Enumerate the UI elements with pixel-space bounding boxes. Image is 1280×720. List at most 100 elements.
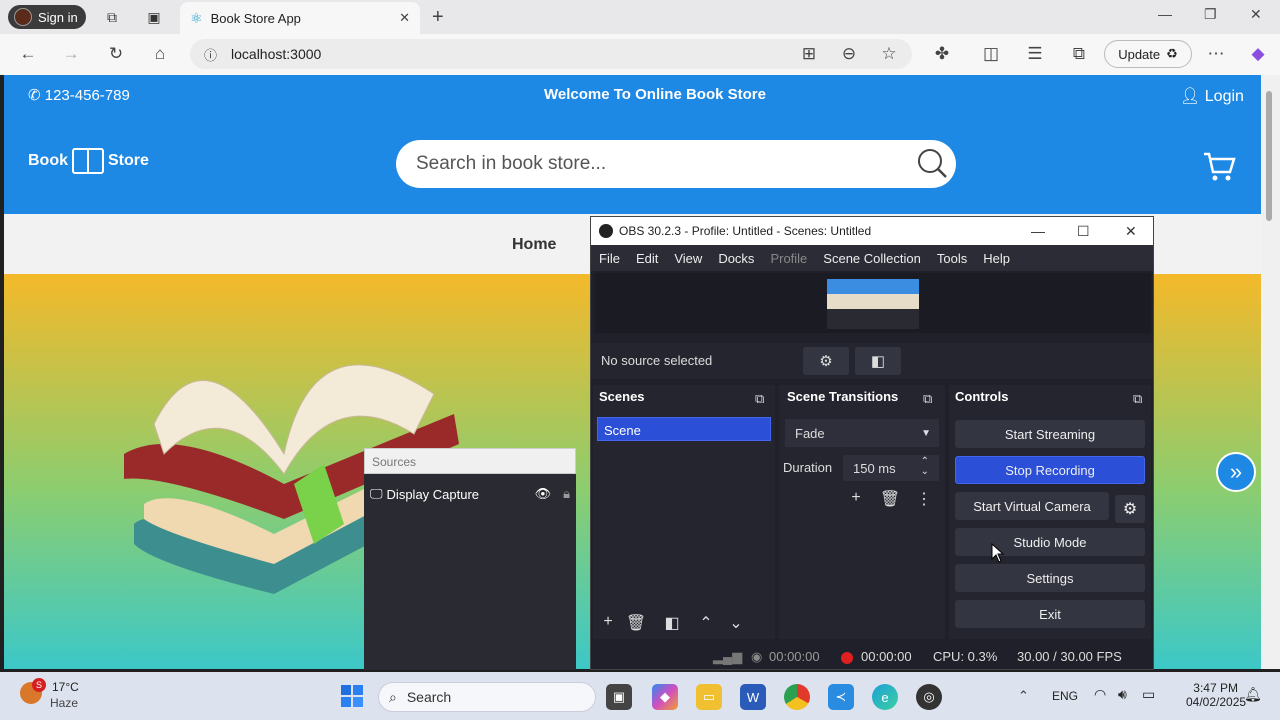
- close-window-icon[interactable]: ✕: [1250, 6, 1262, 23]
- page-scrollbar[interactable]: [1261, 75, 1280, 669]
- move-up-icon[interactable]: ⌃: [695, 613, 717, 633]
- transition-select[interactable]: Fade ▼: [785, 419, 939, 447]
- favorites-icon[interactable]: ☰: [1024, 44, 1046, 64]
- source-item[interactable]: 🖵︎ Display Capture 👁︎ 🔒︎: [370, 484, 570, 504]
- chevron-down-icon: ▼: [921, 428, 931, 439]
- app-available-icon[interactable]: ⊞: [798, 44, 820, 64]
- favorite-star-icon[interactable]: ☆: [878, 44, 900, 64]
- preview-area[interactable]: [595, 273, 1151, 333]
- menu-docks[interactable]: Docks: [710, 251, 762, 266]
- stepper-arrows-icon[interactable]: ⌃ ⌄: [921, 457, 929, 477]
- transition-menu-icon[interactable]: ⋮: [913, 489, 935, 509]
- duration-stepper[interactable]: 150 ms ⌃ ⌄: [843, 455, 939, 481]
- windows-start-icon[interactable]: [340, 684, 364, 708]
- obs-window: OBS 30.2.3 - Profile: Untitled - Scenes:…: [590, 216, 1154, 670]
- task-view-icon[interactable]: ▣: [606, 684, 632, 710]
- menu-scene-collection[interactable]: Scene Collection: [815, 251, 929, 266]
- source-filters-icon[interactable]: ◧: [855, 347, 901, 375]
- search-input[interactable]: Search in book store...: [396, 140, 956, 188]
- taskbar-search[interactable]: ⌕ Search: [378, 682, 596, 712]
- system-clock[interactable]: 3:47 PM 04/02/2025: [1186, 681, 1246, 709]
- info-icon[interactable]: ⓘ: [204, 45, 217, 64]
- phone-number: 123-456-789: [44, 87, 130, 104]
- lock-icon[interactable]: 🔒︎: [563, 486, 570, 502]
- language-indicator[interactable]: ENG: [1052, 689, 1078, 703]
- forward-icon[interactable]: →: [60, 44, 82, 64]
- phone-contact: ✆ 123-456-789: [28, 86, 130, 104]
- zoom-icon[interactable]: ⊖: [838, 44, 860, 64]
- carousel-next-button[interactable]: »: [1216, 452, 1256, 492]
- minimize-icon[interactable]: —: [1158, 6, 1172, 22]
- weather-condition: Haze: [50, 696, 79, 710]
- menu-view[interactable]: View: [666, 251, 710, 266]
- workspaces-icon[interactable]: ⧉: [100, 5, 124, 29]
- split-screen-icon[interactable]: ◫: [980, 44, 1002, 64]
- menu-file[interactable]: File: [591, 251, 628, 266]
- login-link[interactable]: 👤︎ Login: [1180, 86, 1244, 106]
- remove-transition-icon[interactable]: 🗑︎: [879, 489, 901, 509]
- home-icon[interactable]: ⌂: [149, 44, 171, 64]
- stop-recording-button[interactable]: Stop Recording: [955, 456, 1145, 484]
- extensions-icon[interactable]: ✤: [931, 44, 953, 64]
- vscode-icon[interactable]: ≺: [828, 684, 854, 710]
- new-tab-icon[interactable]: +: [432, 6, 444, 29]
- menu-profile[interactable]: Profile: [762, 251, 815, 266]
- tab-book-store[interactable]: ⚛ Book Store App ✕: [180, 2, 420, 34]
- menu-help[interactable]: Help: [975, 251, 1018, 266]
- obs-close-icon[interactable]: ✕: [1125, 223, 1137, 240]
- url-text: localhost:3000: [231, 46, 322, 62]
- file-explorer-icon[interactable]: ▭: [696, 684, 722, 710]
- battery-icon[interactable]: ▭: [1142, 686, 1155, 703]
- scene-filters-icon[interactable]: ◧: [661, 613, 683, 633]
- controls-undock-icon[interactable]: ⧉: [1133, 391, 1142, 407]
- copilot-icon[interactable]: ◆: [1247, 44, 1269, 64]
- collections-icon[interactable]: ⧉: [1068, 44, 1090, 64]
- studio-mode-button[interactable]: Studio Mode: [955, 528, 1145, 556]
- remove-scene-icon[interactable]: 🗑︎: [625, 613, 647, 633]
- word-icon[interactable]: W: [740, 684, 766, 710]
- edge-icon[interactable]: e: [872, 684, 898, 710]
- search-icon[interactable]: [916, 147, 948, 179]
- obs-minimize-icon[interactable]: —: [1031, 223, 1045, 239]
- update-button[interactable]: Update ♻: [1104, 40, 1192, 68]
- obs-taskbar-icon[interactable]: ◎: [916, 684, 942, 710]
- site-logo[interactable]: Book Store: [28, 148, 149, 174]
- scene-item[interactable]: Scene: [597, 417, 771, 441]
- more-icon[interactable]: ⋯: [1205, 44, 1227, 64]
- signin-label: Sign in: [38, 9, 78, 25]
- obs-maximize-icon[interactable]: ☐: [1077, 223, 1090, 240]
- source-properties-gear-icon[interactable]: ⚙: [803, 347, 849, 375]
- cart-icon[interactable]: [1202, 151, 1236, 183]
- volume-icon[interactable]: 🔊︎: [1118, 686, 1127, 703]
- copilot-taskbar-icon[interactable]: ◆: [652, 684, 678, 710]
- wifi-icon[interactable]: ◠: [1094, 686, 1106, 703]
- close-icon[interactable]: ✕: [399, 10, 410, 26]
- virtual-camera-gear-icon[interactable]: ⚙: [1115, 495, 1145, 523]
- settings-button[interactable]: Settings: [955, 564, 1145, 592]
- back-icon[interactable]: ←: [17, 44, 39, 64]
- user-icon: 👤︎: [1180, 88, 1201, 105]
- signin-button[interactable]: Sign in: [8, 5, 86, 29]
- menu-tools[interactable]: Tools: [929, 251, 975, 266]
- tab-actions-icon[interactable]: ▣: [142, 5, 166, 29]
- scroll-thumb[interactable]: [1266, 91, 1272, 221]
- login-label: Login: [1204, 88, 1244, 105]
- notification-bell-icon[interactable]: 🔔︎: [1244, 686, 1262, 703]
- avatar: [14, 8, 32, 26]
- nav-home[interactable]: Home: [512, 236, 556, 254]
- obs-title-bar[interactable]: OBS 30.2.3 - Profile: Untitled - Scenes:…: [591, 217, 1153, 245]
- refresh-icon[interactable]: ↻: [105, 44, 127, 64]
- chevron-up-icon[interactable]: ⌃: [1018, 688, 1029, 704]
- add-scene-icon[interactable]: +: [597, 613, 619, 631]
- exit-button[interactable]: Exit: [955, 600, 1145, 628]
- menu-edit[interactable]: Edit: [628, 251, 666, 266]
- add-transition-icon[interactable]: +: [845, 489, 867, 507]
- start-streaming-button[interactable]: Start Streaming: [955, 420, 1145, 448]
- chrome-icon[interactable]: [784, 684, 810, 710]
- transitions-undock-icon[interactable]: ⧉: [923, 391, 932, 407]
- start-virtual-camera-button[interactable]: Start Virtual Camera: [955, 492, 1109, 520]
- move-down-icon[interactable]: ⌄: [725, 613, 747, 633]
- restore-icon[interactable]: ❐: [1204, 6, 1217, 23]
- scenes-undock-icon[interactable]: ⧉: [755, 391, 764, 407]
- eye-icon[interactable]: 👁︎: [535, 486, 552, 502]
